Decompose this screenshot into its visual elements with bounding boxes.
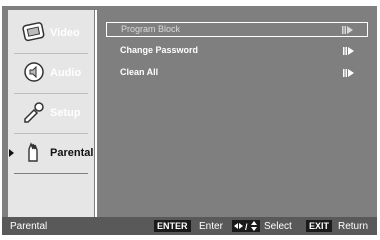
audio-icon bbox=[22, 60, 46, 84]
parental-menu: Program Block Change Password Clean All bbox=[100, 10, 374, 221]
sidebar-item-parental[interactable]: Parental bbox=[8, 134, 94, 174]
selection-arrow-icon bbox=[9, 149, 14, 157]
setup-icon bbox=[22, 100, 46, 124]
sidebar-item-video[interactable]: Video bbox=[8, 14, 94, 54]
menu-item-clean-all[interactable]: Clean All bbox=[106, 66, 368, 81]
return-hint: Return bbox=[338, 221, 369, 232]
osd-screen: Video Audio Setup Parental Program Block… bbox=[0, 0, 380, 240]
menu-frame: Video Audio Setup Parental Program Block… bbox=[2, 6, 377, 235]
submenu-arrow-icon bbox=[343, 69, 354, 77]
sidebar-item-label: Video bbox=[50, 27, 80, 39]
navigation-arrows-icon: / bbox=[232, 220, 260, 232]
submenu-arrow-icon bbox=[343, 47, 354, 55]
sidebar-item-audio[interactable]: Audio bbox=[8, 54, 94, 94]
sidebar: Video Audio Setup Parental bbox=[8, 10, 94, 221]
footer-title: Parental bbox=[10, 221, 48, 232]
exit-key-badge: EXIT bbox=[306, 220, 333, 232]
submenu-arrow-icon bbox=[342, 26, 353, 34]
select-hint: Select bbox=[264, 221, 292, 232]
menu-item-label: Clean All bbox=[120, 67, 159, 77]
footer-bar: Parental ENTER Enter / Select EXIT Retur… bbox=[2, 217, 377, 235]
enter-hint: Enter bbox=[199, 221, 223, 232]
svg-text:/: / bbox=[245, 222, 248, 232]
divider bbox=[14, 173, 88, 174]
sidebar-item-label: Audio bbox=[50, 67, 82, 79]
sidebar-item-label: Setup bbox=[50, 107, 81, 119]
menu-item-program-block[interactable]: Program Block bbox=[106, 22, 368, 37]
menu-item-change-password[interactable]: Change Password bbox=[106, 44, 368, 59]
video-icon bbox=[22, 20, 46, 44]
menu-item-label: Change Password bbox=[120, 45, 199, 55]
parental-icon bbox=[22, 140, 46, 164]
menu-item-label: Program Block bbox=[121, 24, 181, 34]
sidebar-item-setup[interactable]: Setup bbox=[8, 94, 94, 134]
sidebar-item-label: Parental bbox=[50, 147, 94, 159]
panel-divider bbox=[95, 10, 97, 221]
enter-key-badge: ENTER bbox=[154, 220, 191, 232]
